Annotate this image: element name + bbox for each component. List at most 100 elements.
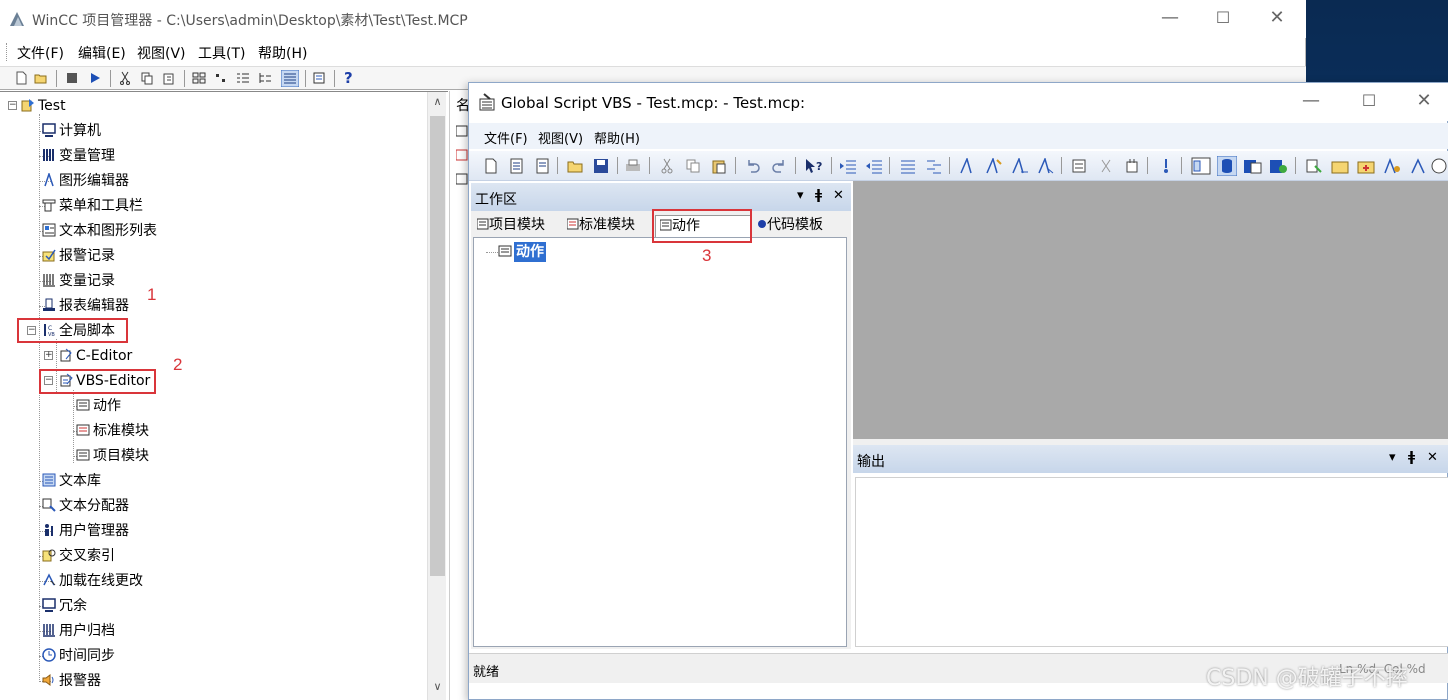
paste-icon[interactable] [711,158,727,174]
database-table-icon[interactable] [1243,157,1263,175]
tree-item-text-distributor[interactable]: 文本分配器 [42,495,129,517]
folder-add-icon[interactable] [1357,158,1375,174]
context-help-icon[interactable]: ? [805,158,823,174]
tree-item-redundancy[interactable]: 冗余 [42,595,87,617]
workspace-toggle-icon[interactable] [1191,157,1211,175]
menu-view[interactable]: 视图(V) [137,43,186,63]
info-icon[interactable] [1305,158,1323,174]
tree-item-alarm-logging[interactable]: 报警记录 [42,245,115,267]
output-dropdown-icon[interactable]: ▾ [1389,450,1396,465]
save-icon[interactable] [593,158,609,174]
folder-icon[interactable] [1331,158,1349,174]
tree-item-tag-logging[interactable]: 变量记录 [42,270,115,292]
graphics-icon[interactable] [1383,158,1401,174]
uncomment-icon[interactable] [925,158,943,174]
large-icons-icon[interactable] [192,71,206,85]
main-close-button[interactable]: ✕ [1257,6,1297,32]
collapse-test-icon[interactable]: − [8,101,17,110]
workspace-dropdown-icon[interactable]: ▾ [797,188,804,203]
tree-scrollbar[interactable]: ∧ ∨ [427,92,446,700]
paste-icon[interactable] [162,71,176,85]
list-icon[interactable] [236,71,250,85]
tab-standard-modules[interactable]: 标准模块 [563,215,639,237]
output-pin-icon[interactable]: ǂ [1408,450,1415,465]
stop-icon[interactable] [65,71,79,85]
open-folder-icon[interactable] [567,158,583,174]
tree-item-graphics-designer[interactable]: 图形编辑器 [42,170,129,192]
tree-scroll-thumb[interactable] [430,116,445,576]
picture-object-icon[interactable] [1097,158,1115,174]
print-icon[interactable] [625,158,641,174]
new-action-icon[interactable] [535,158,551,174]
new-icon[interactable] [14,71,28,85]
tree-item-tag-management[interactable]: 变量管理 [42,145,115,167]
expand-c-editor-icon[interactable]: + [44,351,53,360]
undo-icon[interactable] [745,158,761,174]
vbs-menu-view[interactable]: 视图(V) [538,128,583,147]
new-module-icon[interactable] [509,158,525,174]
workspace-close-icon[interactable]: ✕ [833,188,844,203]
editor-area[interactable] [853,181,1448,439]
open-icon[interactable] [34,71,48,85]
tree-item-text-library[interactable]: 文本库 [42,470,101,492]
copy-icon[interactable] [685,158,701,174]
cut-icon[interactable] [118,71,132,85]
database-icon[interactable] [1217,156,1237,176]
cut-icon[interactable] [659,158,675,174]
tree-item-menus-toolbars[interactable]: 菜单和工具栏 [42,195,143,217]
tree-item-user-administrator[interactable]: 用户管理器 [42,520,129,542]
tree-item-horn[interactable]: 报警器 [42,670,101,692]
tree-item-text-graphics-lists[interactable]: 文本和图形列表 [42,220,157,242]
tag-selection-icon[interactable] [1071,158,1089,174]
tab-code-templates[interactable]: 代码模板 [753,215,827,237]
outdent-icon[interactable] [865,158,883,174]
scroll-down-icon[interactable]: ∨ [431,680,444,693]
tree-item-load-online-changes[interactable]: 加载在线更改 [42,570,143,592]
tree-view-icon[interactable] [258,71,272,85]
detail-item-icon[interactable] [456,149,468,161]
database-refresh-icon[interactable] [1269,157,1289,175]
graphics-edit-icon[interactable] [1409,158,1427,174]
tab-project-modules[interactable]: 项目模块 [473,215,549,237]
menu-help[interactable]: 帮助(H) [258,43,307,63]
vbs-menu-file[interactable]: 文件(F) [484,128,528,147]
small-icons-icon[interactable] [214,71,228,85]
vbs-minimize-button[interactable]: — [1291,89,1331,115]
menu-file[interactable]: 文件(F) [17,43,64,63]
tree-item-c-editor[interactable]: C-Editor [59,345,132,367]
copy-icon[interactable] [140,71,154,85]
tree-item-user-archive[interactable]: 用户归档 [42,620,115,642]
main-maximize-button[interactable]: ☐ [1203,6,1243,32]
vbs-menu-help[interactable]: 帮助(H) [594,128,640,147]
tree-item-computer[interactable]: 计算机 [42,120,101,142]
trigger-icon[interactable] [1157,158,1175,174]
tree-item-standard-modules[interactable]: 标准模块 [76,420,149,442]
bookmark-toggle-icon[interactable] [959,158,977,174]
tree-item-time-sync[interactable]: 时间同步 [42,645,115,667]
redo-icon[interactable] [771,158,787,174]
tree-node-actions-selected[interactable]: 动作 [514,242,546,262]
indent-icon[interactable] [839,158,857,174]
detail-item-icon[interactable] [456,173,468,185]
output-panel[interactable] [855,477,1448,647]
main-minimize-button[interactable]: — [1150,6,1190,32]
menu-tools[interactable]: 工具(T) [198,43,245,63]
syntax-check-icon[interactable] [1123,158,1141,174]
clock-icon[interactable] [1431,158,1447,174]
new-file-icon[interactable] [483,158,499,174]
detail-item-icon[interactable] [456,125,468,137]
output-close-icon[interactable]: ✕ [1427,450,1438,465]
scroll-up-icon[interactable]: ∧ [431,95,444,108]
tree-item-actions[interactable]: 动作 [76,395,121,417]
workspace-pin-icon[interactable]: ǂ [815,188,822,203]
comment-icon[interactable] [899,158,917,174]
bookmark-clear-icon[interactable] [1037,158,1055,174]
details-view-icon[interactable] [281,70,299,87]
properties-icon[interactable] [312,71,326,85]
tree-item-project-modules[interactable]: 项目模块 [76,445,149,467]
tree-item-test[interactable]: Test [21,95,66,117]
bookmark-next-icon[interactable] [985,158,1003,174]
run-icon[interactable] [88,71,102,85]
vbs-maximize-button[interactable]: ☐ [1349,89,1389,115]
tree-item-report-designer[interactable]: 报表编辑器 [42,295,129,317]
